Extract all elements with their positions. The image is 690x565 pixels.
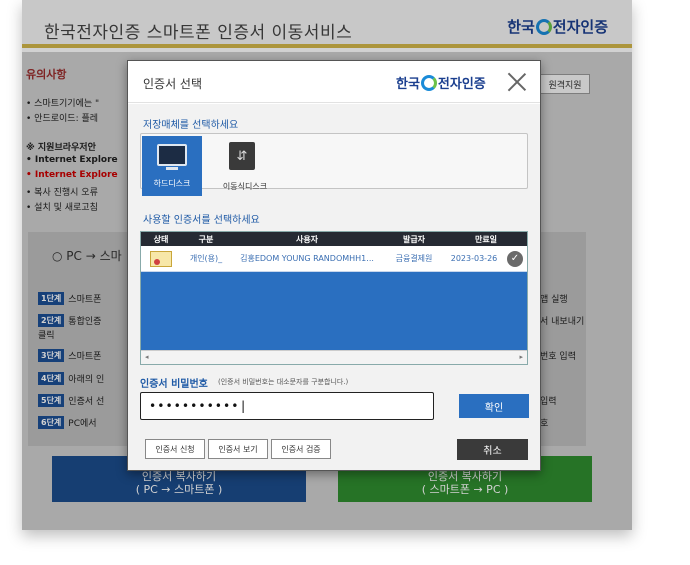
password-label: 인증서 비밀번호 [140, 379, 208, 390]
column-header: 구분 [198, 234, 214, 244]
certificate-table: 상태 구분 사용자 발급자 만료일 개인(용)_ 김홍EDOM YOUNG RA… [140, 231, 528, 365]
status-cell [141, 250, 181, 267]
storage-option-label: 이동식디스크 [222, 182, 268, 191]
storage-harddisk-option[interactable]: 하드디스크 [142, 136, 202, 196]
certificate-icon [150, 250, 172, 267]
table-row[interactable]: 개인(용)_ 김홍EDOM YOUNG RANDOMHH1... 금융결제원 2… [141, 246, 527, 272]
monitor-stand-icon [166, 167, 178, 170]
certificate-select-dialog: 인증서 선택 한국 전자인증 저장매체를 선택하세요 하드디스크 ⇵ 이동식디스… [127, 60, 541, 471]
cert-verify-button[interactable]: 인증서 검증 [271, 439, 331, 459]
column-header: 상태 [153, 234, 169, 244]
issuer-cell: 금융결제원 [395, 254, 433, 263]
table-header: 상태 구분 사용자 발급자 만료일 [141, 232, 527, 246]
expiry-cell: 2023-03-26 [450, 254, 498, 263]
scroll-right-icon[interactable]: ▸ [519, 353, 523, 361]
brand-text-left: 한국 [396, 77, 420, 92]
password-hint: (인증서 비밀번호는 대소문자를 구분합니다.) [218, 378, 349, 386]
dialog-header: 인증서 선택 한국 전자인증 [128, 61, 540, 103]
storage-option-label: 하드디스크 [153, 179, 191, 188]
horizontal-scrollbar[interactable]: ◂ ▸ [141, 350, 527, 364]
column-header: 만료일 [474, 234, 498, 244]
cancel-button[interactable]: 취소 [457, 439, 528, 460]
cert-view-button[interactable]: 인증서 보기 [208, 439, 268, 459]
dialog-brand-logo: 한국 전자인증 [396, 73, 486, 92]
close-icon[interactable] [507, 72, 527, 92]
brand-text-right: 전자인증 [437, 77, 486, 92]
column-header: 발급자 [402, 234, 426, 244]
storage-removable-option[interactable]: ⇵ 이동식디스크 [210, 136, 280, 196]
ok-button[interactable]: 확인 [459, 394, 529, 418]
cert-section-label: 사용할 인증서를 선택하세요 [143, 215, 260, 226]
brand-swirl-icon [420, 74, 437, 91]
password-value: ••••••••••• [149, 399, 240, 413]
scroll-left-icon[interactable]: ◂ [145, 353, 149, 361]
type-cell: 개인(용)_ [189, 254, 223, 263]
monitor-icon [157, 144, 187, 166]
user-cell: 김홍EDOM YOUNG RANDOMHH1... [240, 254, 374, 263]
storage-section-label: 저장매체를 선택하세요 [143, 120, 239, 131]
dialog-title: 인증서 선택 [143, 77, 203, 91]
cert-apply-button[interactable]: 인증서 신청 [145, 439, 205, 459]
usb-drive-icon: ⇵ [229, 142, 255, 170]
password-input[interactable]: •••••••••••| [140, 392, 434, 420]
column-header: 사용자 [295, 234, 319, 244]
check-icon: ✓ [507, 250, 523, 267]
valid-cell: ✓ [503, 250, 527, 267]
text-cursor: | [239, 399, 248, 413]
